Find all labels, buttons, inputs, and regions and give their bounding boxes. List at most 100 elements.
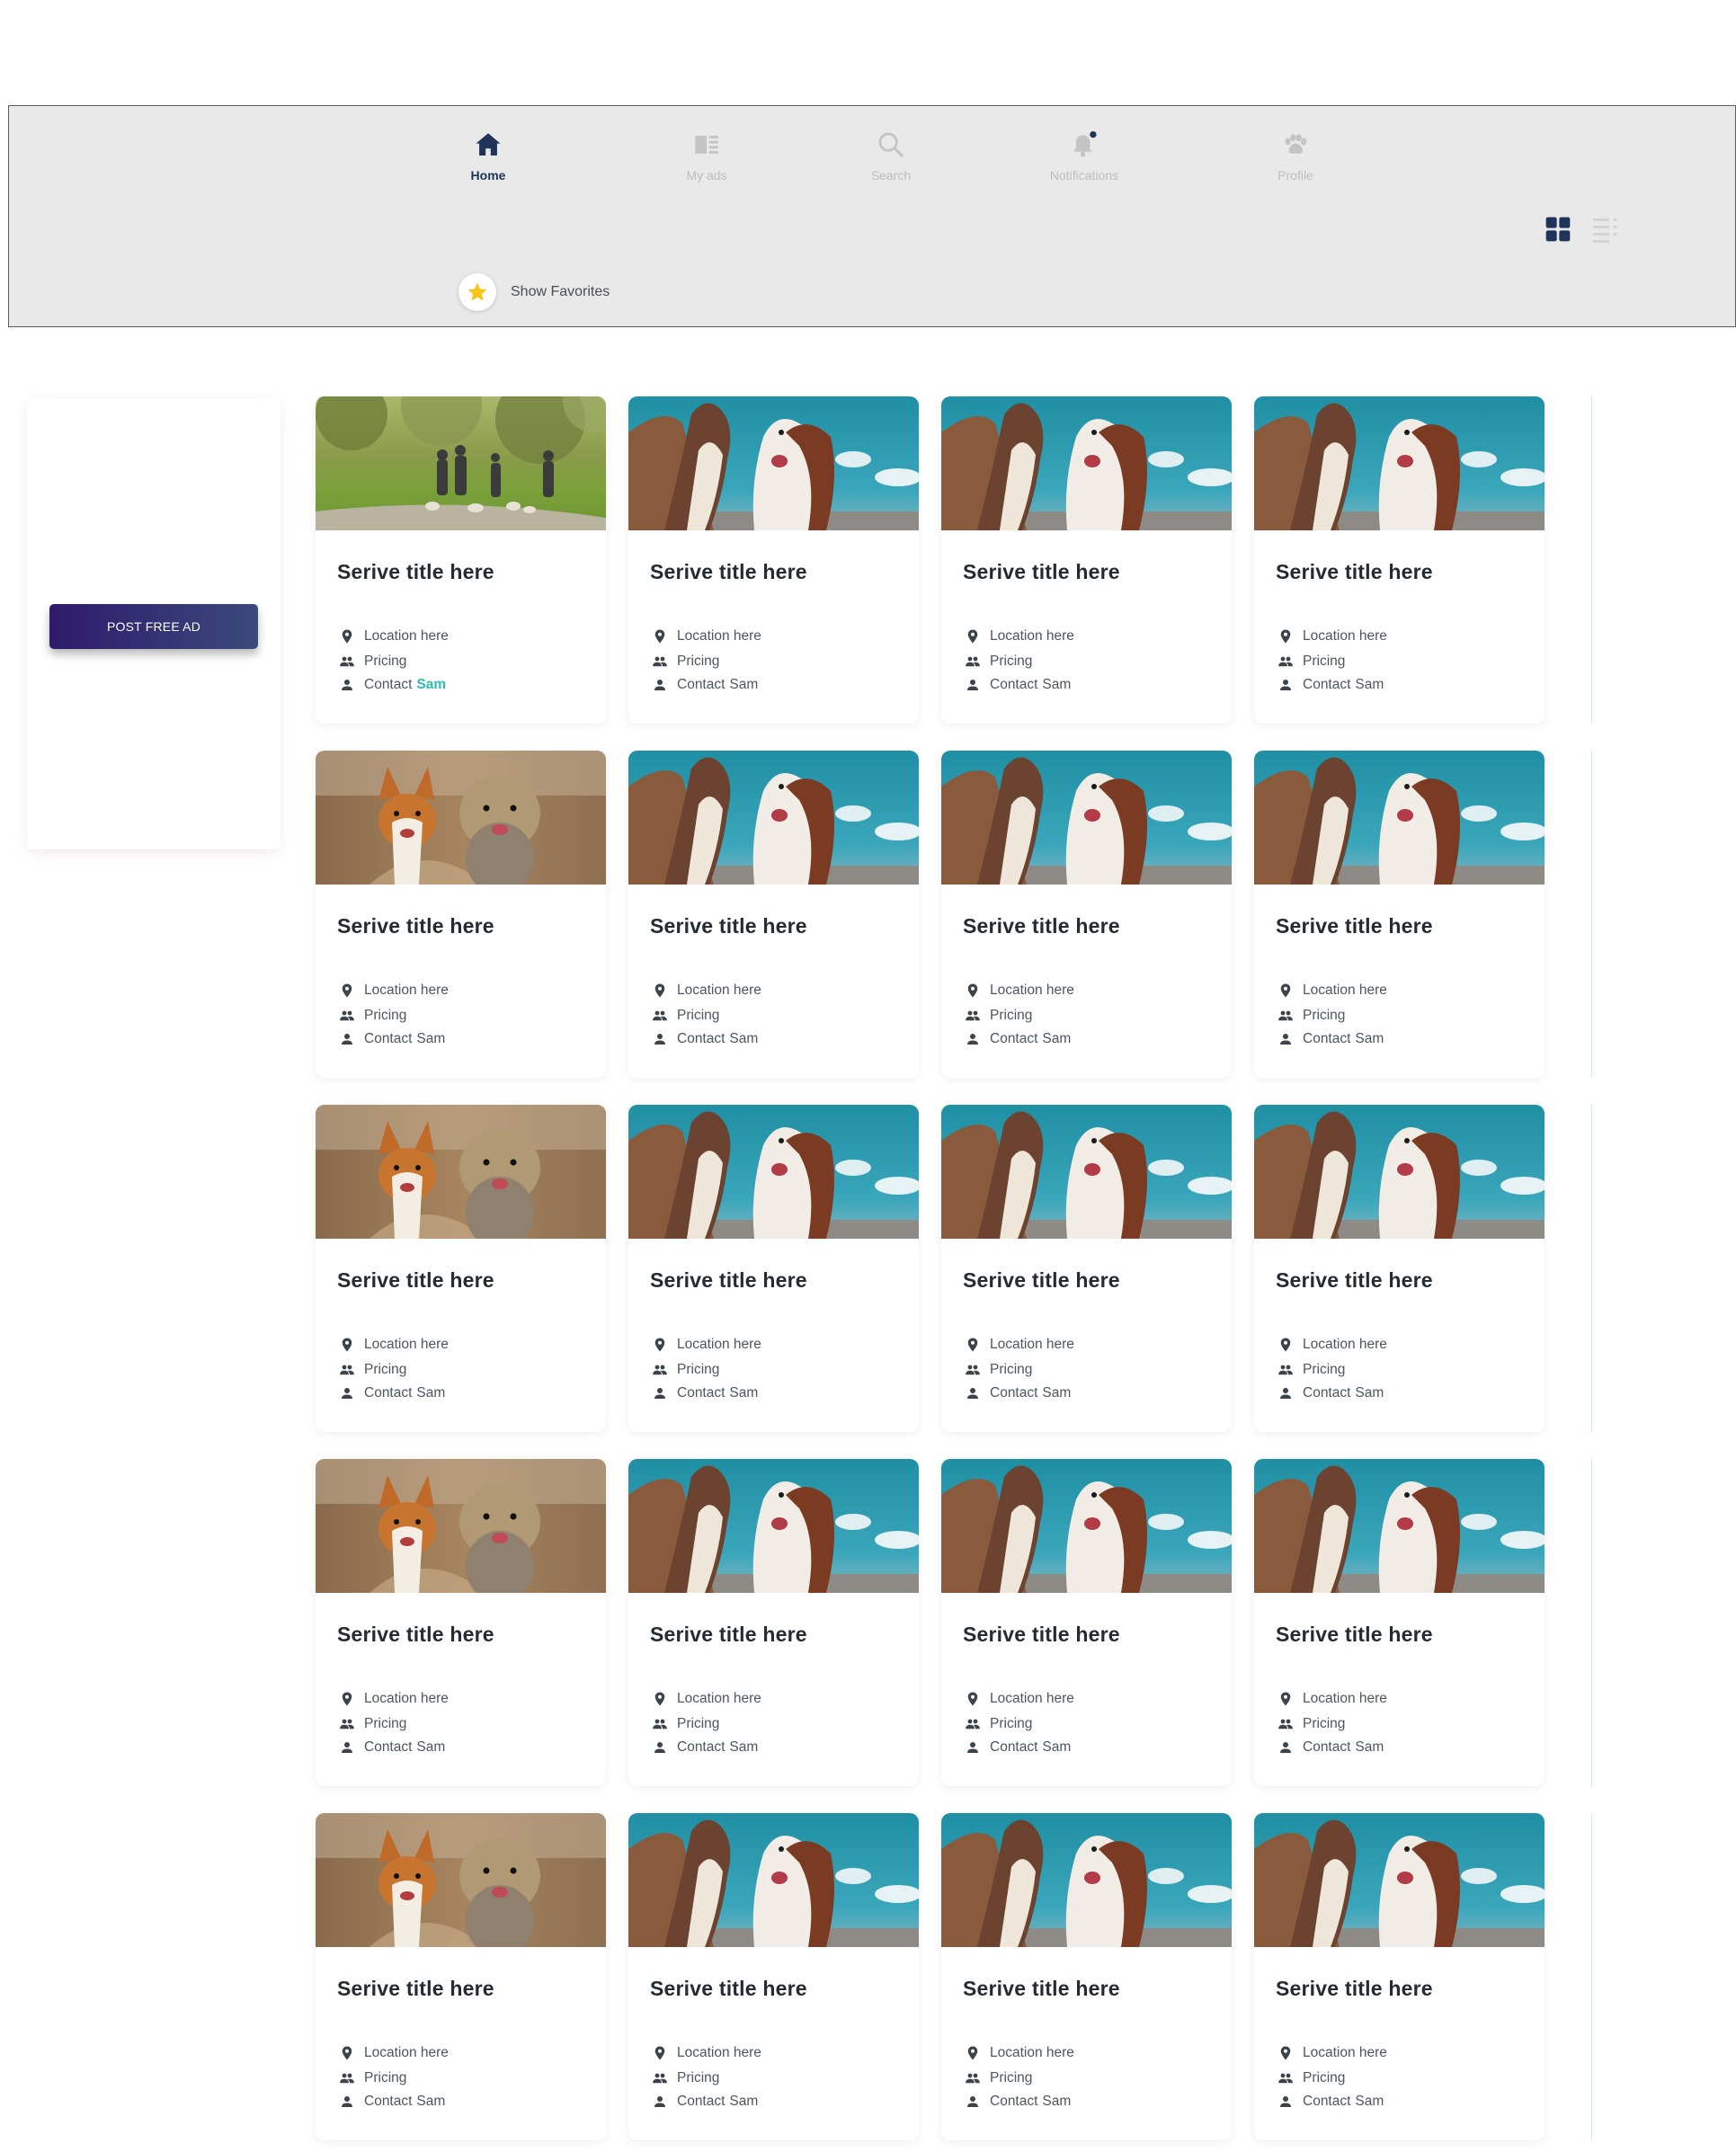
contact-name-link[interactable]: Sam [1042, 677, 1071, 693]
listing-card[interactable]: Serive title here Location here Pricing … [1254, 1813, 1545, 2140]
listing-card[interactable]: Serive title here Location here Pricing … [316, 751, 606, 1078]
listing-contact[interactable]: Contact Sam [965, 1739, 1071, 1756]
listing-image-corgi-and-yorkie[interactable] [316, 1105, 606, 1239]
listing-contact[interactable]: Contact Sam [339, 1031, 445, 1047]
listing-contact[interactable]: Contact Sam [652, 1385, 758, 1401]
listing-contact[interactable]: Contact Sam [965, 2094, 1071, 2110]
listing-title[interactable]: Serive title here [337, 560, 494, 584]
listing-image-two-dogs-sky[interactable] [941, 1813, 1232, 1947]
contact-name-link[interactable]: Sam [729, 1031, 758, 1047]
listing-image-two-dogs-sky[interactable] [628, 1813, 919, 1947]
contact-name-link[interactable]: Sam [1042, 1739, 1071, 1756]
listing-contact[interactable]: Contact Sam [965, 1031, 1071, 1047]
listing-card[interactable]: Serive title here Location here Pricing … [628, 1459, 919, 1786]
listing-title[interactable]: Serive title here [650, 560, 807, 584]
listing-contact[interactable]: Contact Sam [339, 1739, 445, 1756]
contact-name-link[interactable]: Sam [1355, 2094, 1384, 2110]
listing-title[interactable]: Serive title here [963, 914, 1120, 938]
listing-image-two-dogs-sky[interactable] [1254, 396, 1545, 530]
listing-image-two-dogs-sky[interactable] [1254, 751, 1545, 885]
listing-image-two-dogs-sky[interactable] [1254, 1105, 1545, 1239]
listing-title[interactable]: Serive title here [1276, 914, 1433, 938]
listing-card[interactable]: Serive title here Location here Pricing … [941, 1105, 1232, 1432]
listing-contact[interactable]: Contact Sam [1278, 2094, 1384, 2110]
nav-item-home[interactable]: Home [439, 129, 538, 183]
contact-name-link[interactable]: Sam [1042, 1385, 1071, 1401]
listing-card[interactable]: Serive title here Location here Pricing … [1254, 1459, 1545, 1786]
listing-card[interactable]: Serive title here Location here Pricing … [316, 1813, 606, 2140]
listing-contact[interactable]: Contact Sam [1278, 1385, 1384, 1401]
contact-name-link[interactable]: Sam [416, 1385, 445, 1401]
listing-image-two-dogs-sky[interactable] [1254, 1813, 1545, 1947]
listing-card[interactable]: Serive title here Location here Pricing … [316, 1105, 606, 1432]
listing-image-two-dogs-sky[interactable] [941, 1459, 1232, 1593]
listing-title[interactable]: Serive title here [963, 560, 1120, 584]
listing-contact[interactable]: Contact Sam [339, 2094, 445, 2110]
listing-card[interactable]: Serive title here Location here Pricing … [941, 1813, 1232, 2140]
contact-name-link[interactable]: Sam [729, 1739, 758, 1756]
listing-title[interactable]: Serive title here [963, 1977, 1120, 2001]
nav-item-my-ads[interactable]: My ads [657, 129, 756, 183]
grid-view-icon[interactable] [1544, 215, 1572, 244]
listing-card[interactable]: Serive title here Location here Pricing … [1254, 396, 1545, 724]
listing-card[interactable]: Serive title here Location here Pricing … [628, 751, 919, 1078]
listing-contact[interactable]: Contact Sam [965, 1385, 1071, 1401]
listing-image-two-dogs-sky[interactable] [628, 1459, 919, 1593]
listing-image-people-walking-dogs[interactable] [316, 396, 606, 530]
contact-name-link[interactable]: Sam [416, 1739, 445, 1756]
listing-image-two-dogs-sky[interactable] [941, 751, 1232, 885]
listing-contact[interactable]: Contact Sam [1278, 1739, 1384, 1756]
listing-title[interactable]: Serive title here [1276, 1623, 1433, 1647]
listing-card[interactable]: Serive title here Location here Pricing … [1254, 1105, 1545, 1432]
listing-card[interactable]: Serive title here Location here Pricing … [316, 1459, 606, 1786]
listing-contact[interactable]: Contact Sam [339, 677, 446, 693]
listing-card[interactable]: Serive title here Location here Pricing … [628, 1105, 919, 1432]
contact-name-link[interactable]: Sam [729, 2094, 758, 2110]
listing-contact[interactable]: Contact Sam [652, 1739, 758, 1756]
contact-name-link[interactable]: Sam [416, 1031, 445, 1047]
contact-name-link[interactable]: Sam [729, 1385, 758, 1401]
listing-title[interactable]: Serive title here [1276, 1977, 1433, 2001]
listing-card[interactable]: Serive title here Location here Pricing … [628, 1813, 919, 2140]
contact-name-link[interactable]: Sam [1042, 2094, 1071, 2110]
listing-contact[interactable]: Contact Sam [965, 677, 1071, 693]
contact-name-link[interactable]: Sam [1355, 1739, 1384, 1756]
list-view-icon[interactable] [1590, 215, 1619, 244]
listing-contact[interactable]: Contact Sam [652, 677, 758, 693]
listing-contact[interactable]: Contact Sam [652, 2094, 758, 2110]
listing-title[interactable]: Serive title here [337, 1977, 494, 2001]
nav-item-notifications[interactable]: Notifications [1035, 129, 1134, 183]
listing-card[interactable]: Serive title here Location here Pricing … [941, 1459, 1232, 1786]
listing-title[interactable]: Serive title here [1276, 1268, 1433, 1293]
contact-name-link[interactable]: Sam [416, 677, 446, 693]
listing-image-two-dogs-sky[interactable] [941, 396, 1232, 530]
listing-title[interactable]: Serive title here [337, 1268, 494, 1293]
listing-title[interactable]: Serive title here [650, 1268, 807, 1293]
listing-image-two-dogs-sky[interactable] [628, 396, 919, 530]
listing-contact[interactable]: Contact Sam [339, 1385, 445, 1401]
listing-title[interactable]: Serive title here [963, 1268, 1120, 1293]
listing-image-corgi-and-yorkie[interactable] [316, 1459, 606, 1593]
listing-image-two-dogs-sky[interactable] [628, 1105, 919, 1239]
listing-image-two-dogs-sky[interactable] [628, 751, 919, 885]
listing-title[interactable]: Serive title here [1276, 560, 1433, 584]
listing-card[interactable]: Serive title here Location here Pricing … [941, 751, 1232, 1078]
listing-card[interactable]: Serive title here Location here Pricing … [316, 396, 606, 724]
listing-image-two-dogs-sky[interactable] [941, 1105, 1232, 1239]
contact-name-link[interactable]: Sam [416, 2094, 445, 2110]
listing-image-corgi-and-yorkie[interactable] [316, 1813, 606, 1947]
listing-card[interactable]: Serive title here Location here Pricing … [941, 396, 1232, 724]
listing-title[interactable]: Serive title here [337, 914, 494, 938]
listing-title[interactable]: Serive title here [650, 1623, 807, 1647]
listing-contact[interactable]: Contact Sam [652, 1031, 758, 1047]
listing-title[interactable]: Serive title here [650, 1977, 807, 2001]
listing-title[interactable]: Serive title here [650, 914, 807, 938]
show-favorites-toggle[interactable]: Show Favorites [458, 273, 610, 311]
nav-item-profile[interactable]: Profile [1246, 129, 1345, 183]
favorites-star-button[interactable] [458, 273, 496, 311]
contact-name-link[interactable]: Sam [729, 677, 758, 693]
contact-name-link[interactable]: Sam [1042, 1031, 1071, 1047]
listing-contact[interactable]: Contact Sam [1278, 677, 1384, 693]
contact-name-link[interactable]: Sam [1355, 1031, 1384, 1047]
listing-contact[interactable]: Contact Sam [1278, 1031, 1384, 1047]
